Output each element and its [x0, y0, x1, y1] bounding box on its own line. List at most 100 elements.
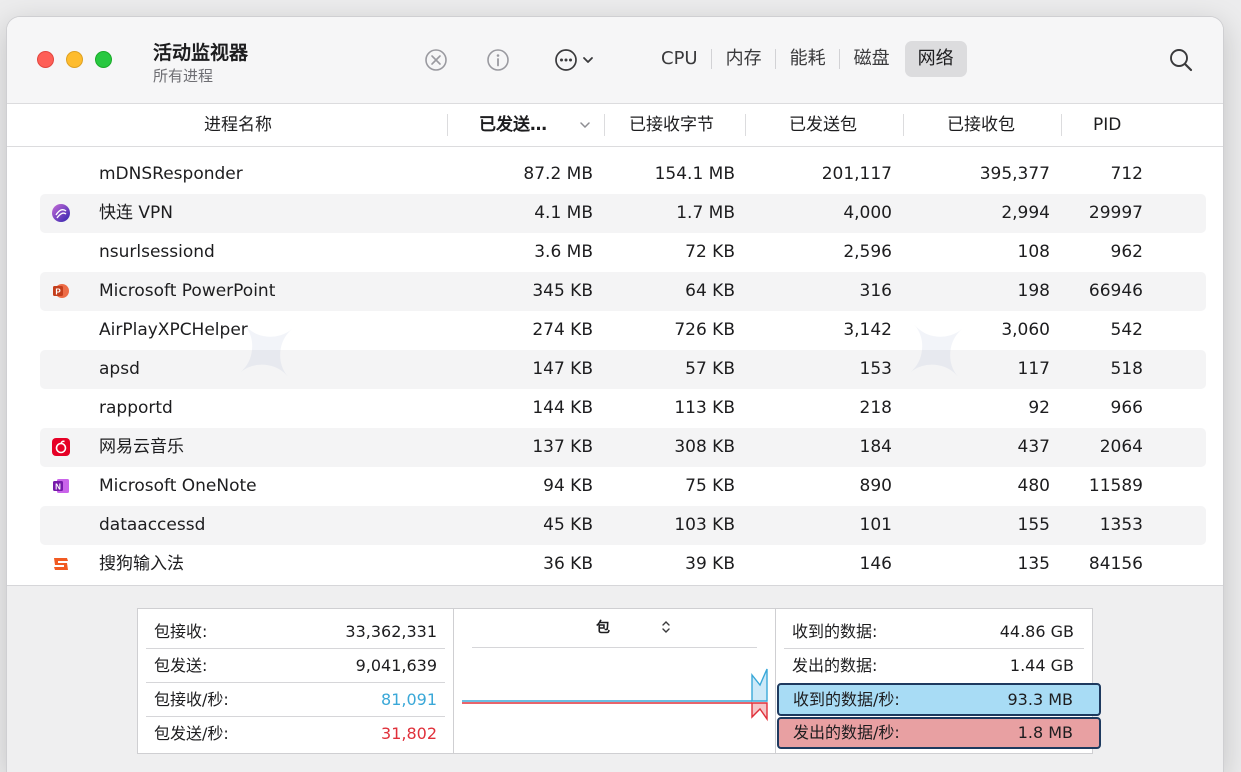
- bytes-received-value: 1.7 MB: [676, 203, 735, 223]
- table-header: 进程名称 已发送… 已接收字节 已发送包 已接收包 PID: [7, 104, 1223, 147]
- info-icon[interactable]: [485, 47, 511, 73]
- tab-energy[interactable]: 能耗: [774, 41, 839, 77]
- packets-sent-value: 218: [859, 398, 892, 418]
- pid-value: 66946: [1088, 281, 1143, 301]
- packets-sent-rate-label: 包发送/秒:: [154, 724, 229, 743]
- x-circle-icon[interactable]: [423, 47, 449, 73]
- column-divider[interactable]: [1061, 114, 1062, 136]
- packets-sent-value: 146: [859, 554, 892, 574]
- table-row[interactable]: 网易云音乐 137 KB 308 KB 184 437 2064: [40, 428, 1206, 467]
- packets-received-value: 33,362,331: [345, 622, 437, 641]
- table-row[interactable]: N Microsoft OneNote 94 KB 75 KB 890 480 11589: [40, 467, 1206, 506]
- graph-gridline: [472, 647, 757, 648]
- data-received-rate-value: 93.3 MB: [1007, 690, 1074, 709]
- process-name: dataaccessd: [99, 515, 206, 535]
- tab-memory[interactable]: 内存: [710, 41, 775, 77]
- close-button[interactable]: [37, 51, 54, 68]
- data-received-label: 收到的数据:: [792, 622, 878, 641]
- data-received-rate-label: 收到的数据/秒:: [793, 690, 900, 709]
- table-row[interactable]: 快连 VPN 4.1 MB 1.7 MB 4,000 2,994 29997: [40, 194, 1206, 233]
- table-row[interactable]: mDNSResponder 87.2 MB 154.1 MB 201,117 395,3…: [40, 155, 1206, 194]
- packets-received-label: 包接收:: [154, 622, 208, 641]
- packets-received-rate-label: 包接收/秒:: [154, 690, 229, 709]
- packets-sent-value: 4,000: [843, 203, 892, 223]
- column-header-sent-packets[interactable]: 已发送包: [789, 104, 857, 146]
- window-controls: [37, 51, 112, 68]
- sort-descending-icon[interactable]: [579, 120, 591, 130]
- toolbar: 活动监视器 所有进程 CPU 内存 能耗 磁盘 网络: [7, 17, 1223, 104]
- window-subtitle[interactable]: 所有进程: [153, 65, 213, 86]
- packets-received-value: 395,377: [979, 164, 1050, 184]
- packets-summary: 包接收: 33,362,331 包发送: 9,041,639 包接收/秒: 81…: [137, 608, 454, 754]
- data-sent-value: 1.44 GB: [1009, 656, 1074, 675]
- pid-value: 2064: [1099, 437, 1143, 457]
- table-row[interactable]: 搜狗输入法 36 KB 39 KB 146 135 84156: [40, 545, 1206, 584]
- packets-received-value: 198: [1017, 281, 1050, 301]
- data-sent-rate-row: 发出的数据/秒: 1.8 MB: [777, 717, 1101, 749]
- pid-value: 518: [1110, 359, 1143, 379]
- bytes-sent-value: 144 KB: [532, 398, 593, 418]
- packets-sent-value: 890: [859, 476, 892, 496]
- column-header-pid[interactable]: PID: [1093, 104, 1121, 146]
- table-row[interactable]: apsd 147 KB 57 KB 153 117 518: [40, 350, 1206, 389]
- pid-value: 1353: [1099, 515, 1143, 535]
- bytes-received-value: 308 KB: [674, 437, 735, 457]
- column-divider[interactable]: [745, 114, 746, 136]
- zoom-button[interactable]: [95, 51, 112, 68]
- packets-received-value: 155: [1017, 515, 1050, 535]
- stepper-icon[interactable]: [660, 619, 672, 635]
- graph-mode-label[interactable]: 包: [596, 617, 610, 637]
- netease-music-icon: [52, 438, 70, 456]
- process-name: AirPlayXPCHelper: [99, 320, 248, 340]
- minimize-button[interactable]: [66, 51, 83, 68]
- packets-sent-value: 101: [859, 515, 892, 535]
- bytes-received-value: 57 KB: [685, 359, 735, 379]
- table-row[interactable]: rapportd 144 KB 113 KB 218 92 966: [40, 389, 1206, 428]
- ellipsis-circle-icon[interactable]: [553, 47, 603, 73]
- data-sent-label: 发出的数据:: [792, 656, 878, 675]
- view-tabs: CPU 内存 能耗 磁盘 网络: [647, 39, 968, 79]
- column-divider[interactable]: [903, 114, 904, 136]
- tab-network[interactable]: 网络: [904, 41, 967, 77]
- packets-sent-value: 2,596: [843, 242, 892, 262]
- vpn-app-icon: [52, 204, 70, 222]
- bytes-received-value: 154.1 MB: [654, 164, 735, 184]
- column-header-sent[interactable]: 已发送…: [479, 104, 547, 146]
- packets-received-rate-row: 包接收/秒: 81,091: [138, 683, 453, 716]
- column-divider[interactable]: [604, 114, 605, 136]
- search-icon[interactable]: [1167, 46, 1195, 74]
- data-received-value: 44.86 GB: [999, 622, 1074, 641]
- data-received-row: 收到的数据: 44.86 GB: [776, 615, 1092, 648]
- column-header-received-bytes[interactable]: 已接收字节: [629, 104, 714, 146]
- packets-sent-value: 153: [859, 359, 892, 379]
- bytes-received-value: 39 KB: [685, 554, 735, 574]
- packets-sent-value: 184: [859, 437, 892, 457]
- table-row[interactable]: dataaccessd 45 KB 103 KB 101 155 1353: [40, 506, 1206, 545]
- table-row[interactable]: P Microsoft PowerPoint 345 KB 64 KB 316 198 66…: [40, 272, 1206, 311]
- packets-received-value: 437: [1017, 437, 1050, 457]
- data-sent-row: 发出的数据: 1.44 GB: [776, 649, 1092, 682]
- svg-text:N: N: [55, 483, 61, 492]
- table-row[interactable]: nsurlsessiond 3.6 MB 72 KB 2,596 108 962: [40, 233, 1206, 272]
- received-traffic-area: [751, 668, 768, 702]
- traffic-chart: [462, 668, 768, 722]
- tab-cpu[interactable]: CPU: [648, 41, 711, 77]
- data-sent-rate-label: 发出的数据/秒:: [793, 723, 900, 742]
- pid-value: 29997: [1088, 203, 1143, 223]
- data-received-rate-row: 收到的数据/秒: 93.3 MB: [777, 683, 1101, 716]
- process-name: Microsoft PowerPoint: [99, 281, 276, 301]
- column-header-received-packets[interactable]: 已接收包: [947, 104, 1015, 146]
- activity-monitor-window: 活动监视器 所有进程 CPU 内存 能耗 磁盘 网络 进程名称 已发送… 已接收…: [6, 16, 1224, 772]
- network-summary-panel: 包接收: 33,362,331 包发送: 9,041,639 包接收/秒: 81…: [7, 585, 1223, 772]
- process-name: 网易云音乐: [99, 437, 184, 457]
- tab-disk[interactable]: 磁盘: [838, 41, 903, 77]
- column-header-name[interactable]: 进程名称: [204, 104, 272, 146]
- process-name: 快连 VPN: [99, 203, 174, 223]
- packets-received-value: 108: [1017, 242, 1050, 262]
- packets-sent-value: 201,117: [821, 164, 892, 184]
- table-row[interactable]: AirPlayXPCHelper 274 KB 726 KB 3,142 3,060 54…: [40, 311, 1206, 350]
- pid-value: 11589: [1088, 476, 1143, 496]
- column-divider[interactable]: [447, 114, 448, 136]
- window-title: 活动监视器: [153, 42, 249, 64]
- packets-received-value: 2,994: [1001, 203, 1050, 223]
